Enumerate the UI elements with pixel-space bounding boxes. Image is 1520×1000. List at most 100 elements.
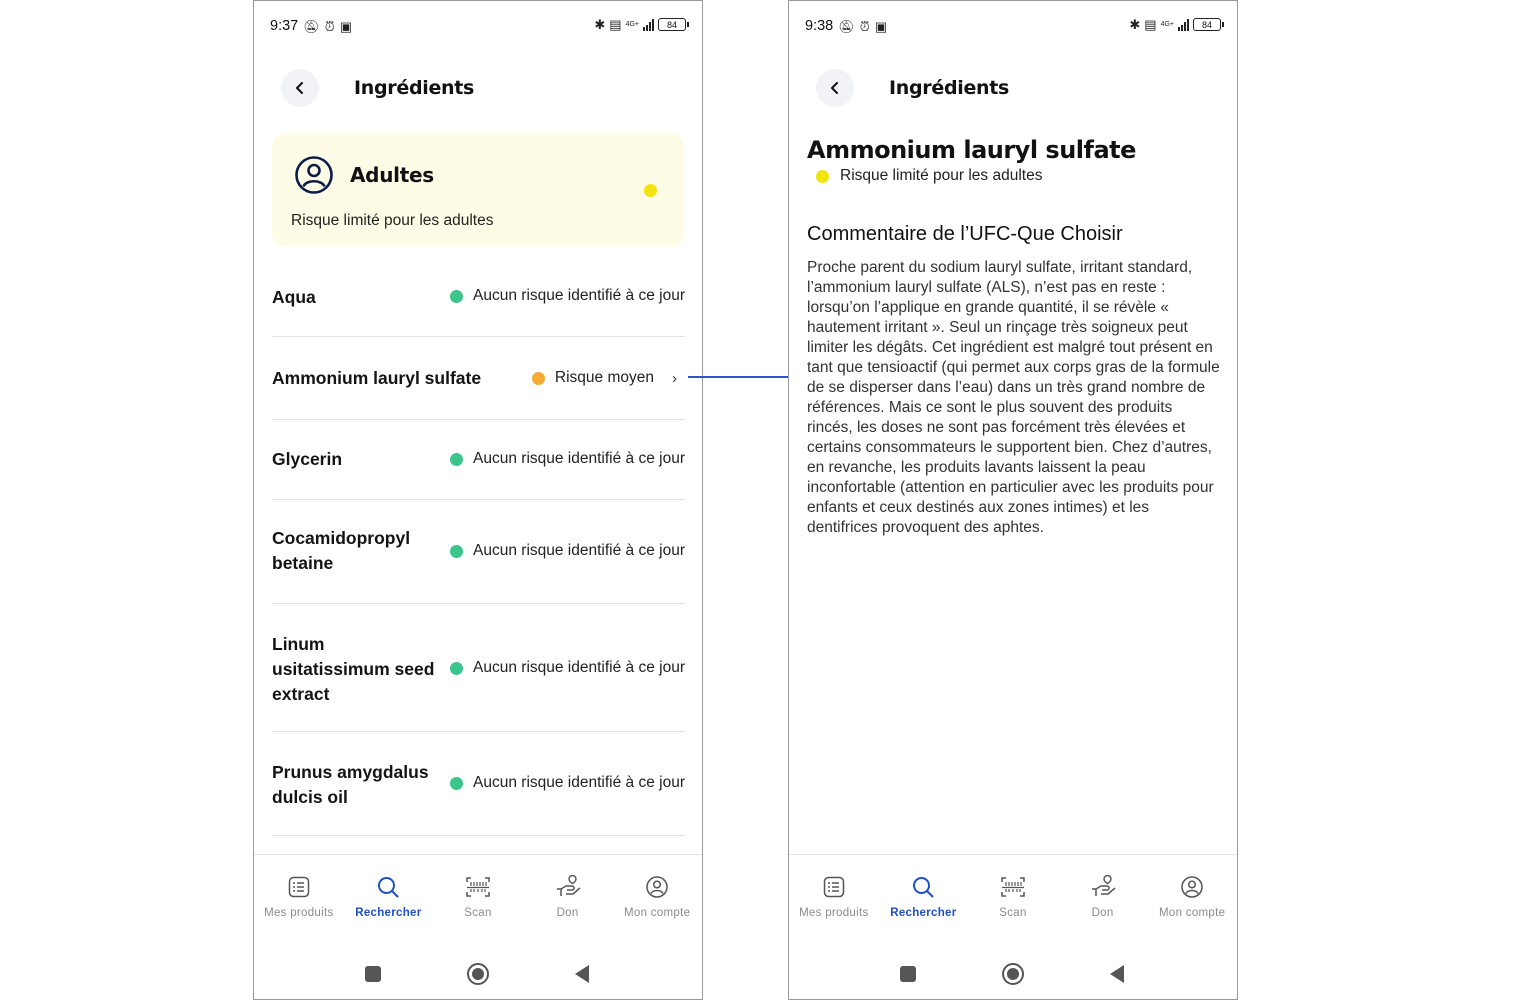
nfc-icon: ▣ — [874, 18, 888, 34]
ingredient-name: Aqua — [272, 287, 316, 307]
nav-label: Don — [556, 907, 579, 919]
nav-don[interactable]: Don — [1058, 855, 1148, 934]
nav-label: Mes produits — [799, 907, 869, 919]
ingredient-risk: Risque limité pour les adultes — [816, 167, 1042, 185]
system-navigation-bar — [789, 959, 1237, 989]
ingredient-name: Glycerin — [272, 449, 343, 469]
ingredient-status-text: Aucun risque identifié à ce jour — [473, 287, 685, 304]
nav-label: Mon compte — [1159, 907, 1226, 919]
ingredient-row-linum-usitatissimum: Linum usitatissimum seed extract Aucun r… — [272, 604, 685, 732]
ingredient-status-text: Aucun risque identifié à ce jour — [473, 542, 685, 559]
chevron-left-icon — [831, 82, 838, 94]
nav-mon-compte[interactable]: Mon compte — [1147, 855, 1237, 934]
ingredient-row-ammonium-lauryl-sulfate[interactable]: Ammonium lauryl sulfate Risque moyen › — [272, 337, 685, 420]
ingredient-status: Aucun risque identifié à ce jour — [450, 774, 685, 792]
page-title: Ingrédients — [354, 77, 475, 99]
status-bar: 9:37 🔕︎ ⏰︎ ▣ ✱ ▤ 4G+ 84 — [270, 15, 689, 39]
recents-square-icon[interactable] — [899, 965, 917, 983]
nav-label: Rechercher — [355, 907, 422, 919]
phone-screen-ingredients-list: 9:37 🔕︎ ⏰︎ ▣ ✱ ▤ 4G+ 84 Ingrédients Adul… — [253, 0, 703, 1000]
ingredient-status: Aucun risque identifié à ce jour — [450, 450, 685, 468]
ingredient-title: Ammonium lauryl sulfate — [807, 136, 1136, 164]
chevron-right-icon: › — [672, 369, 677, 387]
signal-icon — [643, 18, 654, 31]
ingredient-row-cocamidopropyl-betaine: Cocamidopropyl betaine Aucun risque iden… — [272, 500, 685, 604]
status-time: 9:37 — [270, 18, 299, 34]
back-button[interactable] — [816, 69, 854, 107]
nav-label: Mon compte — [624, 907, 691, 919]
page-header: Ingrédients — [281, 69, 686, 107]
back-triangle-icon[interactable] — [1108, 964, 1126, 984]
ingredient-status: Aucun risque identifié à ce jour — [450, 659, 685, 677]
risk-dot — [450, 776, 464, 790]
account-icon — [1181, 876, 1203, 898]
ingredient-row-aqua: Aqua Aucun risque identifié à ce jour — [272, 251, 685, 337]
nfc-icon: ▣ — [339, 18, 353, 34]
ingredient-name: Prunus amygdalus dulcis oil — [272, 762, 429, 807]
bottom-navigation: Mes produits Rechercher Scan Don Mon com… — [254, 854, 702, 934]
ingredient-status: Aucun risque identifié à ce jour — [450, 542, 685, 560]
vibrate-icon: ▤ — [1144, 17, 1157, 32]
vibrate-icon: ▤ — [609, 17, 622, 32]
nav-rechercher[interactable]: Rechercher — [879, 855, 969, 934]
phone-screen-ingredient-detail: 9:38 🔕︎ ⏰︎ ▣ ✱ ▤ 4G+ 84 Ingrédients Ammo… — [788, 0, 1238, 1000]
network-type: 4G+ — [1160, 21, 1174, 28]
ingredient-status-text: Risque moyen — [554, 369, 654, 386]
back-triangle-icon[interactable] — [573, 964, 591, 984]
barcode-scan-icon — [1001, 877, 1025, 897]
chevron-left-icon — [296, 82, 303, 94]
nav-scan[interactable]: Scan — [433, 855, 523, 934]
ingredient-status-text: Aucun risque identifié à ce jour — [473, 774, 685, 791]
back-button[interactable] — [281, 69, 319, 107]
search-icon — [913, 877, 934, 898]
ingredient-risk-text: Risque limité pour les adultes — [840, 167, 1043, 184]
search-icon — [378, 877, 399, 898]
profile-risk-card: Adultes Risque limité pour les adultes — [272, 133, 684, 247]
home-circle-icon[interactable] — [466, 962, 490, 986]
battery-level: 84 — [666, 19, 677, 30]
page-title: Ingrédients — [889, 77, 1010, 99]
ingredient-status: Risque moyen › — [531, 369, 677, 387]
muted-bell-icon: 🔕︎ — [303, 18, 320, 34]
system-navigation-bar — [254, 959, 702, 989]
nav-mes-produits[interactable]: Mes produits — [789, 855, 879, 934]
ingredient-name: Linum usitatissimum seed extract — [272, 634, 435, 704]
comment-text: Proche parent du sodium lauryl sulfate, … — [807, 259, 1220, 536]
risk-dot — [450, 289, 464, 303]
bluetooth-icon: ✱ — [594, 17, 606, 32]
nav-scan[interactable]: Scan — [968, 855, 1058, 934]
battery-icon: 84 — [1193, 18, 1224, 31]
battery-icon: 84 — [658, 18, 689, 31]
nav-rechercher[interactable]: Rechercher — [344, 855, 434, 934]
profile-title: Adultes — [350, 163, 434, 187]
risk-dot — [450, 452, 464, 466]
risk-dot — [450, 544, 464, 558]
ingredient-status-text: Aucun risque identifié à ce jour — [473, 659, 685, 676]
risk-level-dot — [644, 184, 657, 197]
list-icon — [288, 876, 310, 898]
list-icon — [823, 876, 845, 898]
ingredient-name: Cocamidopropyl betaine — [272, 528, 411, 573]
recents-square-icon[interactable] — [364, 965, 382, 983]
home-circle-icon[interactable] — [1001, 962, 1025, 986]
nav-label: Scan — [464, 907, 492, 919]
battery-level: 84 — [1201, 19, 1212, 30]
nav-mon-compte[interactable]: Mon compte — [612, 855, 702, 934]
ingredient-name: Ammonium lauryl sulfate — [272, 368, 482, 388]
status-time: 9:38 — [805, 18, 834, 34]
network-type: 4G+ — [625, 21, 639, 28]
signal-icon — [1178, 18, 1189, 31]
bottom-navigation: Mes produits Rechercher Scan Don Mon com… — [789, 854, 1237, 934]
risk-dot — [816, 169, 829, 183]
comment-title: Commentaire de l’UFC-Que Choisir — [807, 223, 1123, 245]
risk-dot — [450, 661, 464, 675]
nav-mes-produits[interactable]: Mes produits — [254, 855, 344, 934]
muted-bell-icon: 🔕︎ — [838, 18, 855, 34]
account-icon — [646, 876, 668, 898]
ingredient-list: Aqua Aucun risque identifié à ce jour Am… — [272, 251, 685, 836]
alarm-icon: ⏰︎ — [324, 18, 335, 34]
donate-hand-icon — [556, 875, 581, 896]
nav-don[interactable]: Don — [523, 855, 613, 934]
page-header: Ingrédients — [816, 69, 1221, 107]
ingredient-row-glycerin: Glycerin Aucun risque identifié à ce jou… — [272, 420, 685, 500]
